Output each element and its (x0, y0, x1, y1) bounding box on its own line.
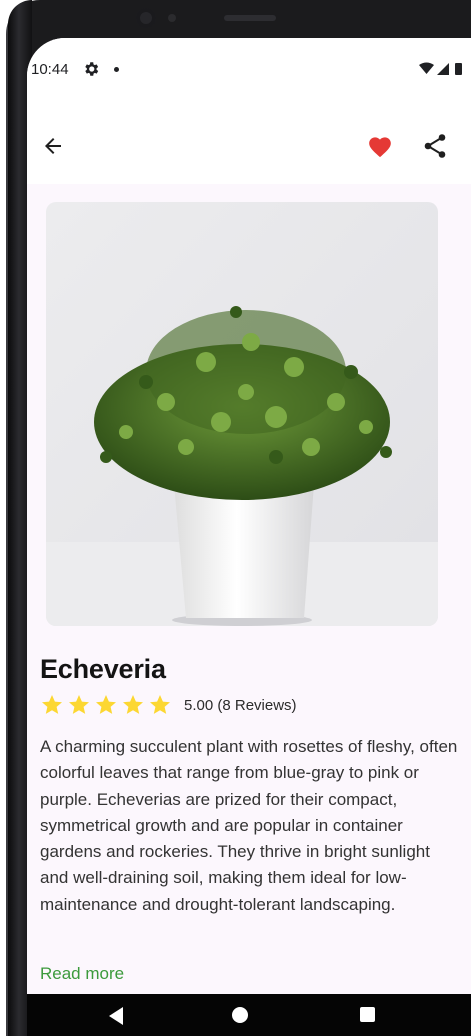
status-bar: 10:44 (27, 38, 471, 104)
system-status-icons (419, 62, 462, 75)
wifi-icon (419, 62, 434, 74)
plant-photo (46, 202, 438, 626)
front-camera (136, 8, 156, 28)
nav-back-icon[interactable] (107, 1006, 125, 1026)
plant-detail-content: Echeveria 5.00 (8 Reviews) A charming su… (27, 184, 471, 994)
read-more-link[interactable]: Read more (40, 964, 124, 984)
share-icon[interactable] (423, 133, 447, 159)
rating-text: 5.00 (8 Reviews) (184, 696, 297, 714)
plant-description: A charming succulent plant with rosettes… (40, 737, 458, 914)
plant-name: Echeveria (40, 654, 166, 684)
signal-icon (437, 63, 449, 75)
system-navigation-bar (27, 994, 471, 1036)
proximity-sensor (168, 14, 176, 22)
rating-row: 5.00 (8 Reviews) (40, 692, 297, 718)
heart-icon[interactable] (367, 134, 393, 158)
gear-icon (85, 62, 99, 76)
nav-home-icon[interactable] (232, 1007, 248, 1023)
nav-recents-icon[interactable] (360, 1007, 375, 1022)
star-icon (69, 695, 89, 714)
status-time: 10:44 (31, 61, 69, 78)
notification-dot-icon (114, 67, 119, 72)
star-rating (40, 693, 172, 717)
battery-icon (455, 63, 462, 75)
star-icon (123, 695, 143, 714)
star-icon (150, 695, 170, 714)
star-icon (96, 695, 116, 714)
app-screen: 10:44 Echeveria 5.00 (8 Reviews) A charm… (27, 38, 471, 994)
back-arrow-icon[interactable] (41, 134, 65, 158)
app-bar (27, 104, 471, 184)
star-icon (42, 695, 62, 714)
earpiece-speaker (224, 15, 276, 21)
